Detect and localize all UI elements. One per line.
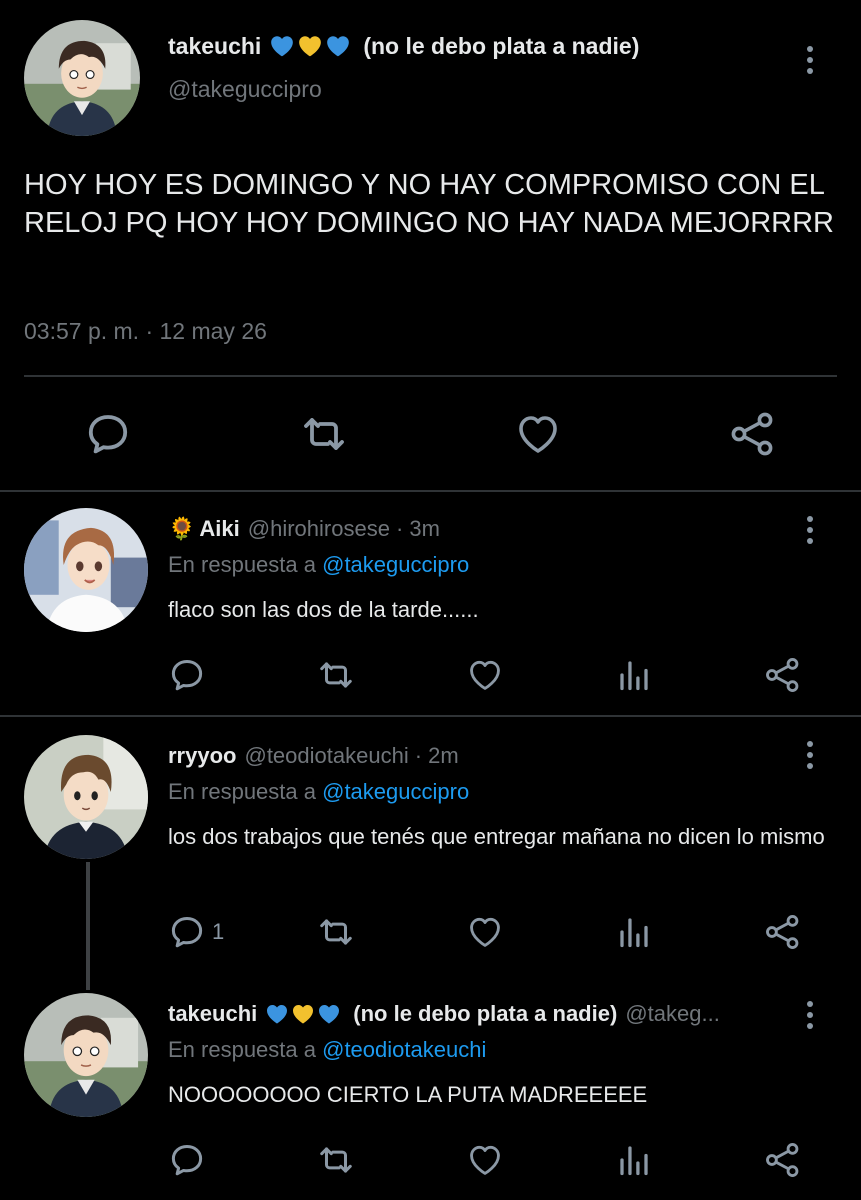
heart-icon	[466, 656, 504, 694]
heart-icon	[466, 1141, 504, 1179]
share-button[interactable]	[764, 656, 802, 694]
like-button[interactable]	[466, 1141, 504, 1179]
retweet-icon	[316, 1141, 356, 1179]
share-icon	[764, 656, 802, 694]
tweet-text: HOY HOY ES DOMINGO Y NO HAY COMPROMISO C…	[24, 169, 834, 239]
heart-icon	[514, 410, 562, 458]
mention-link[interactable]: @takeguccipro	[322, 552, 469, 577]
share-button[interactable]	[764, 913, 802, 951]
heart-emojis	[265, 1002, 341, 1026]
more-vertical-icon[interactable]	[805, 741, 815, 769]
blue-heart-icon	[269, 33, 295, 59]
avatar[interactable]	[24, 993, 148, 1117]
more-vertical-icon[interactable]	[805, 516, 815, 544]
reply-tweet[interactable]: 🌻 Aiki @hirohirosese · 3m En respuesta a…	[0, 494, 861, 716]
blue-heart-icon	[325, 33, 351, 59]
main-tweet: takeuchi (no le debo plata a nadie) @tak…	[0, 0, 861, 492]
yellow-heart-icon	[297, 33, 323, 59]
heart-emojis	[269, 33, 351, 59]
share-button[interactable]	[764, 1141, 802, 1179]
author-handle: @hirohirosese	[247, 516, 390, 541]
heart-icon	[466, 913, 504, 951]
retweet-button[interactable]	[316, 656, 356, 694]
mention-link[interactable]: @takeguccipro	[322, 779, 469, 804]
author-name-row[interactable]: takeuchi (no le debo plata a nadie) @tak…	[168, 999, 788, 1029]
more-vertical-icon[interactable]	[805, 1001, 815, 1029]
retweet-icon	[316, 913, 356, 951]
retweet-button[interactable]	[299, 410, 349, 458]
author-handle: @teodiotakeuchi	[244, 743, 409, 768]
author-handle[interactable]: @takeguccipro	[168, 76, 322, 103]
reply-time: · 2m	[414, 743, 459, 768]
divider	[24, 375, 837, 377]
reply-text: flaco son las dos de la tarde......	[168, 597, 479, 622]
bar-chart-icon	[616, 913, 652, 951]
replying-to: En respuesta a @takeguccipro	[168, 552, 469, 578]
comment-icon	[84, 410, 132, 458]
views-button[interactable]	[616, 913, 652, 951]
share-icon	[764, 913, 802, 951]
avatar[interactable]	[24, 508, 148, 632]
retweet-icon	[299, 410, 349, 458]
retweet-button[interactable]	[316, 1141, 356, 1179]
display-name: takeuchi	[168, 32, 262, 59]
like-button[interactable]	[466, 913, 504, 951]
sunflower-emoji: 🌻	[168, 516, 196, 541]
display-name: rryyoo	[168, 743, 237, 768]
display-name: takeuchi	[168, 1001, 258, 1026]
share-icon	[764, 1141, 802, 1179]
views-button[interactable]	[616, 1141, 652, 1179]
tweet-timestamp[interactable]: 03:57 p. m. · 12 may 26	[24, 318, 267, 345]
retweet-icon	[316, 656, 356, 694]
reply-button[interactable]: 1	[168, 913, 224, 951]
reply-time: · 3m	[395, 516, 440, 541]
retweet-button[interactable]	[316, 913, 356, 951]
reply-tweet[interactable]: takeuchi (no le debo plata a nadie) @tak…	[0, 979, 861, 1200]
avatar[interactable]	[24, 735, 148, 859]
bar-chart-icon	[616, 1141, 652, 1179]
replying-to: En respuesta a @teodiotakeuchi	[168, 1037, 486, 1063]
author-name-row[interactable]: 🌻 Aiki @hirohirosese · 3m	[168, 514, 788, 544]
bar-chart-icon	[616, 656, 652, 694]
author-name-row[interactable]: rryyoo @teodiotakeuchi · 2m	[168, 741, 788, 771]
replying-prefix: En respuesta a	[168, 1037, 316, 1062]
comment-icon	[168, 913, 206, 951]
reply-count: 1	[212, 919, 225, 944]
reply-text: NOOOOOOOO CIERTO LA PUTA MADREEEEE	[168, 1082, 648, 1107]
reply-text: los dos trabajos que tenés que entregar …	[168, 824, 825, 849]
share-button[interactable]	[729, 410, 777, 458]
comment-icon	[168, 1141, 206, 1179]
author-handle: @takeg...	[625, 1001, 720, 1026]
reply-button[interactable]	[84, 410, 132, 458]
display-name-suffix: (no le debo plata a nadie)	[363, 32, 640, 59]
reply-button[interactable]	[168, 1141, 212, 1179]
comment-icon	[168, 656, 206, 694]
views-button[interactable]	[616, 656, 652, 694]
replying-to: En respuesta a @takeguccipro	[168, 779, 469, 805]
display-name: Aiki	[199, 516, 240, 541]
blue-heart-icon	[265, 1002, 289, 1026]
reply-button[interactable]	[168, 656, 212, 694]
reply-tweet[interactable]: rryyoo @teodiotakeuchi · 2m En respuesta…	[0, 717, 861, 979]
share-icon	[729, 410, 777, 458]
mention-link[interactable]: @teodiotakeuchi	[322, 1037, 486, 1062]
like-button[interactable]	[514, 410, 562, 458]
replying-prefix: En respuesta a	[168, 552, 316, 577]
avatar[interactable]	[24, 20, 140, 136]
yellow-heart-icon	[291, 1002, 315, 1026]
author-name-row[interactable]: takeuchi (no le debo plata a nadie)	[168, 30, 639, 62]
blue-heart-icon	[317, 1002, 341, 1026]
replying-prefix: En respuesta a	[168, 779, 316, 804]
display-name-suffix: (no le debo plata a nadie)	[353, 1001, 618, 1026]
more-vertical-icon[interactable]	[805, 46, 815, 74]
like-button[interactable]	[466, 656, 504, 694]
